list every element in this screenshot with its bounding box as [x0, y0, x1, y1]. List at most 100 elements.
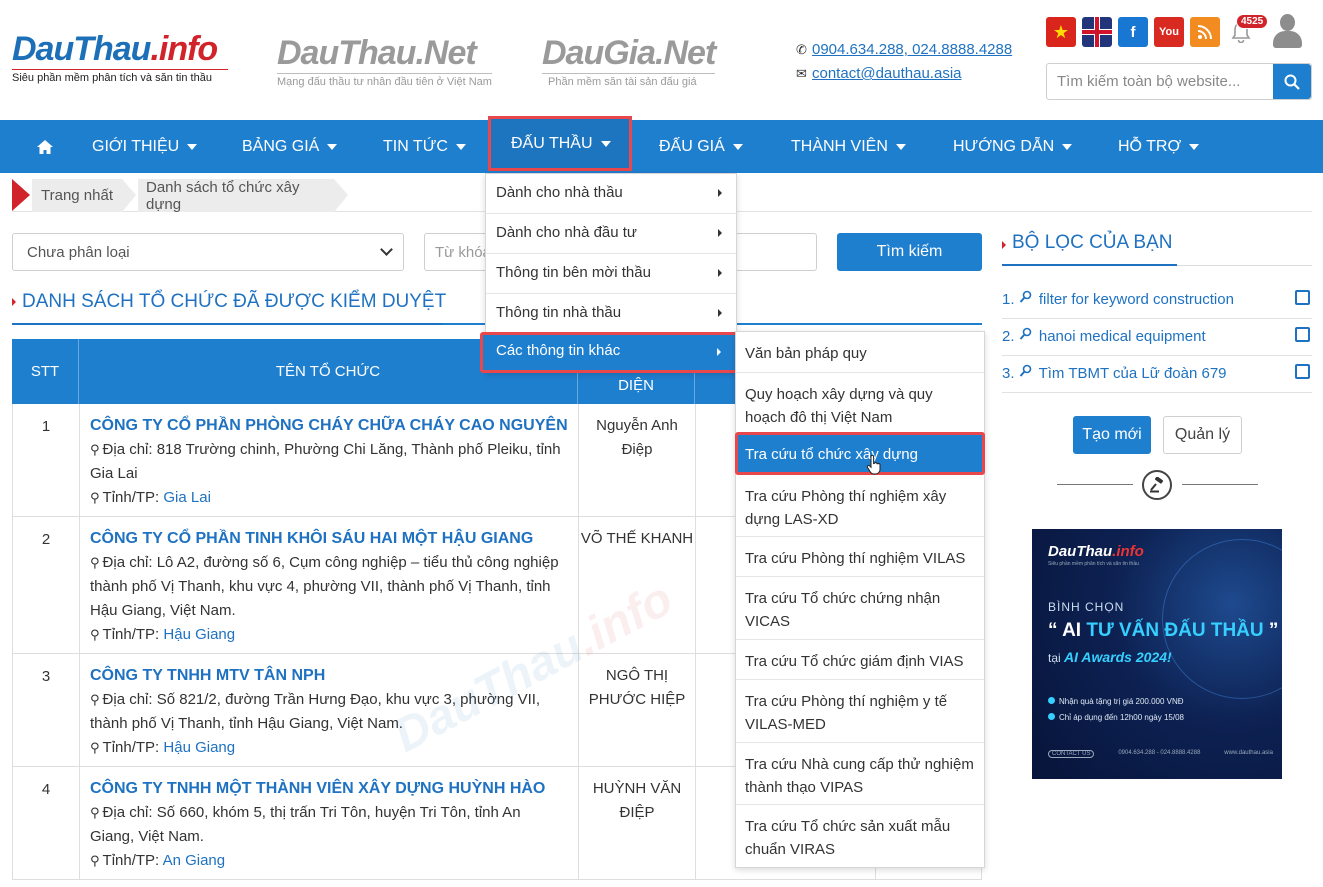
nav-home[interactable] — [36, 120, 54, 173]
nav-dau-gia[interactable]: ĐẤU GIÁ — [659, 120, 743, 173]
map-marker-icon: ⚲ — [90, 740, 100, 755]
facebook-icon[interactable]: f — [1118, 17, 1148, 47]
org-address: Địa chỉ: Số 660, khóm 5, thị trấn Tri Tô… — [90, 804, 521, 845]
nav-gioi-thieu[interactable]: GIỚI THIỆU — [92, 120, 198, 173]
caret-right-icon — [718, 229, 722, 237]
caret-down-icon — [732, 143, 743, 150]
submenu-item-vias[interactable]: Tra cứu Tổ chức giám định VIAS — [736, 640, 984, 680]
edit-icon[interactable] — [1295, 327, 1310, 342]
menu-item-ben-moi-thau[interactable]: Thông tin bên mời thầu — [486, 254, 736, 294]
user-icon[interactable] — [1272, 14, 1302, 50]
english-flag-icon[interactable] — [1082, 17, 1112, 47]
caret-down-icon — [1189, 143, 1200, 150]
email-link[interactable]: contact@dauthau.asia — [812, 65, 962, 82]
saved-filter-item[interactable]: 2. hanoi medical equipment — [1002, 319, 1312, 356]
gavel-icon — [1142, 470, 1172, 500]
search-button[interactable] — [1273, 64, 1311, 99]
caret-down-icon — [327, 143, 338, 150]
row-info: CÔNG TY CỔ PHẦN TINH KHÔI SÁU HAI MỘT HẬ… — [80, 517, 579, 653]
caret-right-icon — [717, 348, 721, 356]
submenu-item-viras[interactable]: Tra cứu Tổ chức sản xuất mẫu chuẩn VIRAS — [736, 805, 984, 868]
saved-filter-item[interactable]: 3. Tìm TBMT của Lữ đoàn 679 — [1002, 356, 1312, 393]
menu-item-nha-dau-tu[interactable]: Dành cho nhà đầu tư — [486, 214, 736, 254]
dauthau-info-logo[interactable]: DauThau.info Siêu phần mềm phân tích và … — [12, 32, 228, 84]
submenu-item-vilas-med[interactable]: Tra cứu Phòng thí nghiệm y tế VILAS-MED — [736, 680, 984, 743]
menu-item-thong-tin-nha-thau[interactable]: Thông tin nhà thầu — [486, 294, 736, 334]
map-marker-icon: ⚲ — [90, 805, 100, 820]
org-name-link[interactable]: CÔNG TY CỔ PHẦN TINH KHÔI SÁU HAI MỘT HẬ… — [90, 527, 568, 551]
filter-number: 2. — [1002, 328, 1015, 345]
province-link[interactable]: An Giang — [163, 852, 226, 869]
province-label: Tỉnh/TP: — [102, 489, 160, 506]
create-filter-button[interactable]: Tạo mới — [1073, 416, 1151, 454]
ai-awards-ad-banner[interactable]: DauThau.info Siêu phần mềm phân tích và … — [1032, 529, 1282, 779]
manage-filter-button[interactable]: Quản lý — [1163, 416, 1242, 454]
divider-left — [1057, 484, 1133, 485]
province-label: Tỉnh/TP: — [102, 739, 160, 756]
submenu-item-quy-hoach[interactable]: Quy hoạch xây dựng và quy hoạch đô thị V… — [736, 373, 984, 436]
caret-down-icon — [895, 143, 906, 150]
saved-filter-item[interactable]: 1. filter for keyword construction — [1002, 282, 1312, 319]
org-name-link[interactable]: CÔNG TY TNHH MỘT THÀNH VIÊN XÂY DỰNG HUỲ… — [90, 777, 568, 801]
vietnam-flag-icon[interactable]: ★ — [1046, 17, 1076, 47]
submenu-item-las-xd[interactable]: Tra cứu Phòng thí nghiệm xây dựng LAS-XD — [736, 475, 984, 537]
breadcrumb-label: Danh sách tổ chức xây dựng — [146, 178, 300, 213]
dauthau-net-logo[interactable]: DauThau.Net Mạng đấu thầu tư nhân đầu ti… — [277, 36, 492, 88]
caret-down-icon — [455, 143, 466, 150]
submenu-item-vipas[interactable]: Tra cứu Nhà cung cấp thử nghiệm thành th… — [736, 743, 984, 805]
edit-icon[interactable] — [1295, 364, 1310, 379]
org-name-link[interactable]: CÔNG TY CỔ PHẦN PHÒNG CHÁY CHỮA CHÁY CAO… — [90, 414, 568, 438]
title-marker — [1002, 241, 1006, 249]
map-marker-icon: ⚲ — [90, 627, 100, 642]
ad-logo: DauThau.info — [1048, 543, 1144, 560]
nav-dau-thau[interactable]: ĐẤU THẦU — [488, 116, 632, 171]
search-submit-button[interactable]: Tìm kiếm — [837, 233, 982, 271]
daugia-net-logo[interactable]: DauGia.Net Phần mềm săn tài sản đấu giá — [542, 36, 716, 88]
chevron-down-icon — [380, 243, 393, 256]
header-stt: STT — [12, 339, 79, 404]
map-marker-icon: ⚲ — [90, 692, 100, 707]
nav-huong-dan[interactable]: HƯỚNG DẪN — [953, 120, 1073, 173]
search-user-icon — [1019, 290, 1031, 303]
logo-gia-tagline: Phần mềm săn tài sản đấu giá — [542, 73, 716, 88]
main-nav: GIỚI THIỆU BẢNG GIÁ TIN TỨC ĐẤU THẦU ĐẤU… — [0, 116, 1323, 173]
bell-icon[interactable]: 4525 — [1226, 14, 1269, 47]
rss-icon[interactable] — [1190, 17, 1220, 47]
breadcrumb-current[interactable]: Danh sách tổ chức xây dựng — [138, 178, 348, 213]
logo-net-text: DauThau.Net — [277, 34, 477, 72]
category-select[interactable]: Chưa phân loại — [12, 233, 404, 271]
logo-text-suffix: .info — [150, 30, 218, 68]
search-user-icon — [1019, 327, 1031, 340]
org-address: Địa chỉ: 818 Trường chinh, Phường Chi Lă… — [90, 441, 561, 482]
youtube-icon[interactable]: You — [1154, 17, 1184, 47]
logo-net-tagline: Mạng đấu thầu tư nhân đầu tiên ở Việt Na… — [277, 73, 492, 88]
edit-icon[interactable] — [1295, 290, 1310, 305]
submenu-item-vilas[interactable]: Tra cứu Phòng thí nghiệm VILAS — [736, 537, 984, 577]
site-search-input[interactable]: Tìm kiếm toàn bộ website... — [1047, 64, 1273, 99]
row-info: CÔNG TY CỔ PHẦN PHÒNG CHÁY CHỮA CHÁY CAO… — [80, 404, 579, 516]
phone-link[interactable]: 0904.634.288, 024.8888.4288 — [812, 41, 1012, 58]
breadcrumb-home[interactable]: Trang nhất — [32, 179, 136, 212]
submenu-item-van-ban-phap-quy[interactable]: Văn bản pháp quy — [736, 332, 984, 373]
nav-thanh-vien[interactable]: THÀNH VIÊN — [791, 120, 906, 173]
nav-label: ĐẤU GIÁ — [659, 137, 725, 155]
province-link[interactable]: Hậu Giang — [163, 626, 235, 643]
site-search: Tìm kiếm toàn bộ website... — [1046, 63, 1312, 100]
org-representative: Nguyễn Anh Điệp — [579, 404, 696, 516]
nav-bang-gia[interactable]: BẢNG GIÁ — [242, 120, 338, 173]
ad-footer: CONTACT US 0904.634.288 - 024.8888.4288 ww… — [1048, 750, 1273, 758]
nav-tin-tuc[interactable]: TIN TỨC — [383, 120, 466, 173]
cursor-hand-icon — [866, 455, 881, 475]
province-link[interactable]: Gia Lai — [163, 489, 211, 506]
search-icon — [1284, 74, 1300, 90]
menu-item-nha-thau[interactable]: Dành cho nhà thầu — [486, 174, 736, 214]
province-link[interactable]: Hậu Giang — [163, 739, 235, 756]
menu-item-thong-tin-khac[interactable]: Các thông tin khác — [480, 332, 738, 373]
filter-label: Tìm TBMT của Lữ đoàn 679 — [1038, 365, 1227, 382]
row-info: CÔNG TY TNHH MỘT THÀNH VIÊN XÂY DỰNG HUỲ… — [80, 767, 579, 879]
envelope-icon: ✉ — [796, 66, 807, 81]
submenu-item-tra-cuu-to-chuc-xay-dung[interactable]: Tra cứu tổ chức xây dựng — [735, 432, 985, 475]
map-marker-icon: ⚲ — [90, 853, 100, 868]
submenu-item-vicas[interactable]: Tra cứu Tổ chức chứng nhận VICAS — [736, 577, 984, 640]
nav-ho-tro[interactable]: HỖ TRỢ — [1118, 120, 1200, 173]
